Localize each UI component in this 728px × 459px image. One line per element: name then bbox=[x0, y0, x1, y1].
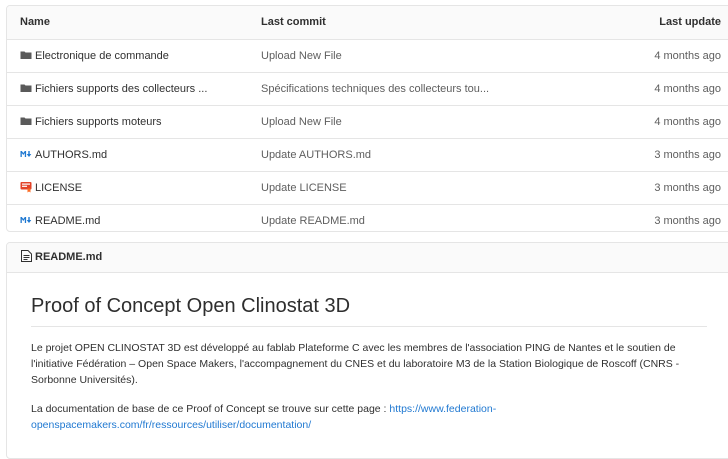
folder-icon bbox=[20, 84, 32, 92]
folder-icon bbox=[20, 51, 32, 59]
table-row[interactable]: Fichiers supports moteurs Upload New Fil… bbox=[7, 106, 728, 139]
file-name-link[interactable]: README.md bbox=[35, 215, 100, 227]
table-row[interactable]: Fichiers supports des collecteurs ... Sp… bbox=[7, 73, 728, 106]
license-icon bbox=[20, 182, 32, 193]
commit-message-link[interactable]: Upload New File bbox=[261, 106, 342, 138]
readme-header: README.md bbox=[7, 243, 728, 273]
file-table-header: Name Last commit Last update bbox=[7, 6, 728, 40]
table-row[interactable]: LICENSE Update LICENSE 3 months ago bbox=[7, 172, 728, 205]
commit-message-link[interactable]: Upload New File bbox=[261, 40, 342, 72]
commit-message-link[interactable]: Update LICENSE bbox=[261, 172, 347, 204]
file-name-link[interactable]: Fichiers supports des collecteurs ... bbox=[35, 83, 207, 95]
file-icon bbox=[21, 250, 32, 262]
markdown-icon bbox=[20, 217, 32, 223]
readme-content: Proof of Concept Open Clinostat 3D Le pr… bbox=[7, 273, 728, 433]
update-time: 3 months ago bbox=[654, 182, 721, 194]
readme-panel: README.md Proof of Concept Open Clinosta… bbox=[6, 242, 728, 459]
update-time: 4 months ago bbox=[654, 116, 721, 128]
file-name-link[interactable]: LICENSE bbox=[35, 182, 82, 194]
table-row[interactable]: README.md Update README.md 3 months ago bbox=[7, 205, 728, 231]
update-time: 4 months ago bbox=[654, 83, 721, 95]
commit-message-link[interactable]: Update README.md bbox=[261, 205, 365, 231]
table-row[interactable]: Electronique de commande Upload New File… bbox=[7, 40, 728, 73]
update-time: 3 months ago bbox=[654, 215, 721, 227]
markdown-icon bbox=[20, 151, 32, 157]
file-name-link[interactable]: AUTHORS.md bbox=[35, 149, 107, 161]
readme-paragraph-doc: La documentation de base de ce Proof of … bbox=[31, 401, 703, 433]
commit-message-link[interactable]: Update AUTHORS.md bbox=[261, 139, 371, 171]
readme-title: Proof of Concept Open Clinostat 3D bbox=[31, 295, 707, 327]
header-last-update: Last update bbox=[659, 16, 721, 28]
update-time: 4 months ago bbox=[654, 50, 721, 62]
file-name-link[interactable]: Fichiers supports moteurs bbox=[35, 116, 162, 128]
readme-filename[interactable]: README.md bbox=[35, 251, 102, 263]
table-row[interactable]: AUTHORS.md Update AUTHORS.md 3 months ag… bbox=[7, 139, 728, 172]
readme-paragraph: Le projet OPEN CLINOSTAT 3D est développ… bbox=[31, 342, 680, 386]
header-last-commit: Last commit bbox=[261, 16, 326, 28]
file-table: Name Last commit Last update Electroniqu… bbox=[6, 5, 728, 232]
folder-icon bbox=[20, 117, 32, 125]
header-name[interactable]: Name bbox=[20, 6, 50, 39]
update-time: 3 months ago bbox=[654, 149, 721, 161]
doc-text: La documentation de base de ce Proof of … bbox=[31, 403, 390, 415]
file-name-link[interactable]: Electronique de commande bbox=[35, 50, 169, 62]
commit-message-link[interactable]: Spécifications techniques des collecteur… bbox=[261, 73, 489, 105]
